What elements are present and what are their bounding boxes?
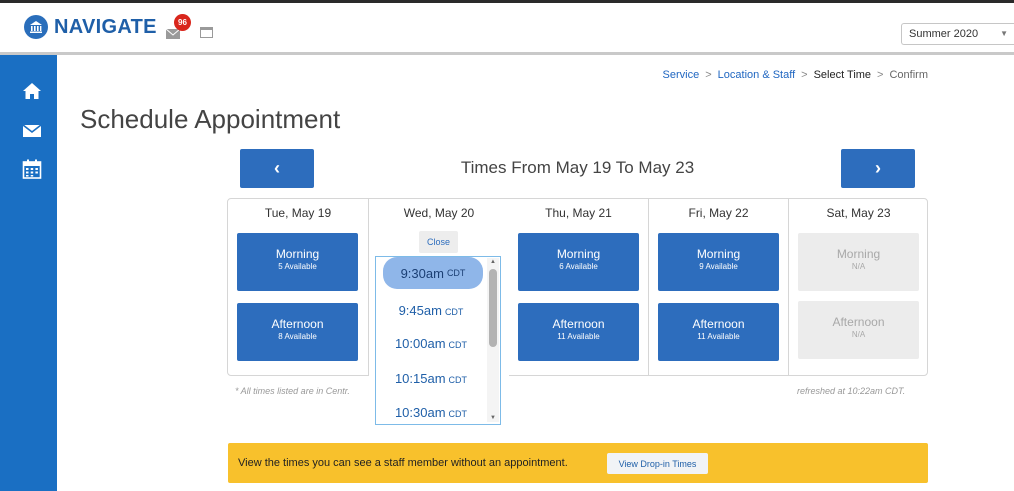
day-column-tue: Tue, May 19 Morning 5 Available Afternoo…: [228, 199, 368, 375]
scroll-down-icon[interactable]: ▼: [490, 415, 496, 421]
day-column-sat: Sat, May 23 Morning N/A Afternoon N/A: [788, 199, 928, 375]
time-value: 10:30am: [394, 405, 446, 420]
slot-name: Afternoon: [552, 317, 605, 331]
term-select[interactable]: Summer 2020 ▼: [901, 23, 1014, 45]
afternoon-slot-button[interactable]: Afternoon 8 Available: [237, 303, 358, 361]
mail-icon[interactable]: [22, 121, 42, 141]
slot-availability: N/A: [851, 330, 866, 339]
afternoon-slot-disabled: Afternoon N/A: [798, 301, 919, 359]
building-icon: [24, 15, 48, 39]
slot-name: Morning: [696, 247, 741, 261]
morning-slot-button[interactable]: Morning 6 Available: [518, 233, 639, 291]
previous-week-button[interactable]: ‹: [240, 149, 314, 188]
next-week-button[interactable]: ›: [841, 149, 915, 188]
day-header: Fri, May 22: [688, 206, 749, 220]
slot-name: Afternoon: [692, 317, 745, 331]
time-zone: CDT: [446, 268, 466, 278]
slot-availability: 8 Available: [278, 332, 317, 341]
breadcrumb-select-time: Select Time: [813, 69, 872, 81]
week-calendar: Tue, May 19 Morning 5 Available Afternoo…: [227, 198, 928, 376]
page-title: Schedule Appointment: [80, 104, 341, 134]
navigate-logo[interactable]: NAVIGATE: [24, 15, 157, 39]
day-header: Sat, May 23: [826, 206, 891, 220]
time-zone: CDT: [444, 307, 464, 317]
time-option[interactable]: 10:30am CDT: [376, 405, 486, 420]
window-icon[interactable]: [200, 27, 213, 38]
time-zone: CDT: [448, 375, 468, 385]
top-header: NAVIGATE 96 Summer 2020 ▼: [0, 0, 1014, 55]
breadcrumb: Service > Location & Staff > Select Time > Con…: [663, 69, 928, 81]
unread-count-badge: 96: [174, 14, 191, 31]
chevron-down-icon: ▼: [1000, 29, 1008, 38]
home-icon[interactable]: [22, 81, 42, 101]
time-option-selected[interactable]: 9:30am CDT: [383, 257, 483, 289]
term-select-value: Summer 2020: [909, 28, 979, 40]
close-button[interactable]: Close: [419, 231, 458, 253]
timezone-note: * All times listed are in Centr.: [235, 386, 350, 396]
chevron-right-icon: ›: [875, 158, 881, 178]
calendar-icon[interactable]: [22, 159, 42, 179]
morning-slot-disabled: Morning N/A: [798, 233, 919, 291]
time-zone: CDT: [448, 409, 468, 419]
breadcrumb-confirm: Confirm: [889, 69, 928, 81]
time-option[interactable]: 10:15am CDT: [376, 371, 486, 386]
slot-name: Morning: [836, 247, 881, 261]
time-value: 9:45am: [398, 303, 442, 318]
slot-name: Morning: [556, 247, 601, 261]
time-value: 10:15am: [394, 371, 446, 386]
breadcrumb-separator: >: [801, 69, 808, 81]
breadcrumb-location-staff[interactable]: Location & Staff: [718, 69, 795, 81]
slot-availability: N/A: [851, 262, 866, 271]
day-column-fri: Fri, May 22 Morning 9 Available Afternoo…: [648, 199, 788, 375]
sidebar: [0, 55, 57, 491]
scrollbar-thumb[interactable]: [489, 269, 497, 347]
slot-availability: 11 Available: [557, 332, 600, 341]
day-header: Wed, May 20: [403, 206, 475, 220]
slot-name: Afternoon: [832, 315, 885, 329]
slot-availability: 6 Available: [559, 262, 598, 271]
day-column-thu: Thu, May 21 Morning 6 Available Afternoo…: [508, 199, 648, 375]
breadcrumb-separator: >: [877, 69, 884, 81]
drop-in-banner: View the times you can see a staff membe…: [228, 443, 928, 483]
slot-name: Morning: [275, 247, 320, 261]
slot-availability: 11 Available: [697, 332, 740, 341]
morning-slot-button[interactable]: Morning 5 Available: [237, 233, 358, 291]
chevron-left-icon: ‹: [274, 158, 280, 178]
morning-slot-button[interactable]: Morning 9 Available: [658, 233, 779, 291]
time-option[interactable]: 9:45am CDT: [376, 303, 486, 318]
slot-availability: 5 Available: [278, 262, 317, 271]
week-range-title: Times From May 19 To May 23: [460, 158, 695, 177]
brand-name: NAVIGATE: [54, 15, 157, 38]
breadcrumb-separator: >: [705, 69, 712, 81]
breadcrumb-service[interactable]: Service: [663, 69, 700, 81]
refresh-note: refreshed at 10:22am CDT.: [797, 386, 906, 396]
time-option[interactable]: 10:00am CDT: [376, 336, 486, 351]
afternoon-slot-button[interactable]: Afternoon 11 Available: [658, 303, 779, 361]
time-zone: CDT: [448, 340, 468, 350]
scrollbar[interactable]: ▲ ▼: [487, 258, 499, 422]
time-value: 10:00am: [394, 336, 446, 351]
day-header: Thu, May 21: [545, 206, 612, 220]
afternoon-slot-button[interactable]: Afternoon 11 Available: [518, 303, 639, 361]
time-slot-list[interactable]: 9:30am CDT 9:45am CDT 10:00am CDT 10:15am CD…: [375, 256, 501, 425]
time-value: 9:30am: [400, 265, 444, 281]
view-drop-in-times-button[interactable]: View Drop-in Times: [607, 453, 708, 474]
banner-text: View the times you can see a staff membe…: [238, 457, 568, 469]
slot-availability: 9 Available: [699, 262, 738, 271]
day-header: Tue, May 19: [264, 206, 332, 220]
scroll-up-icon[interactable]: ▲: [490, 259, 496, 265]
slot-name: Afternoon: [271, 317, 324, 331]
